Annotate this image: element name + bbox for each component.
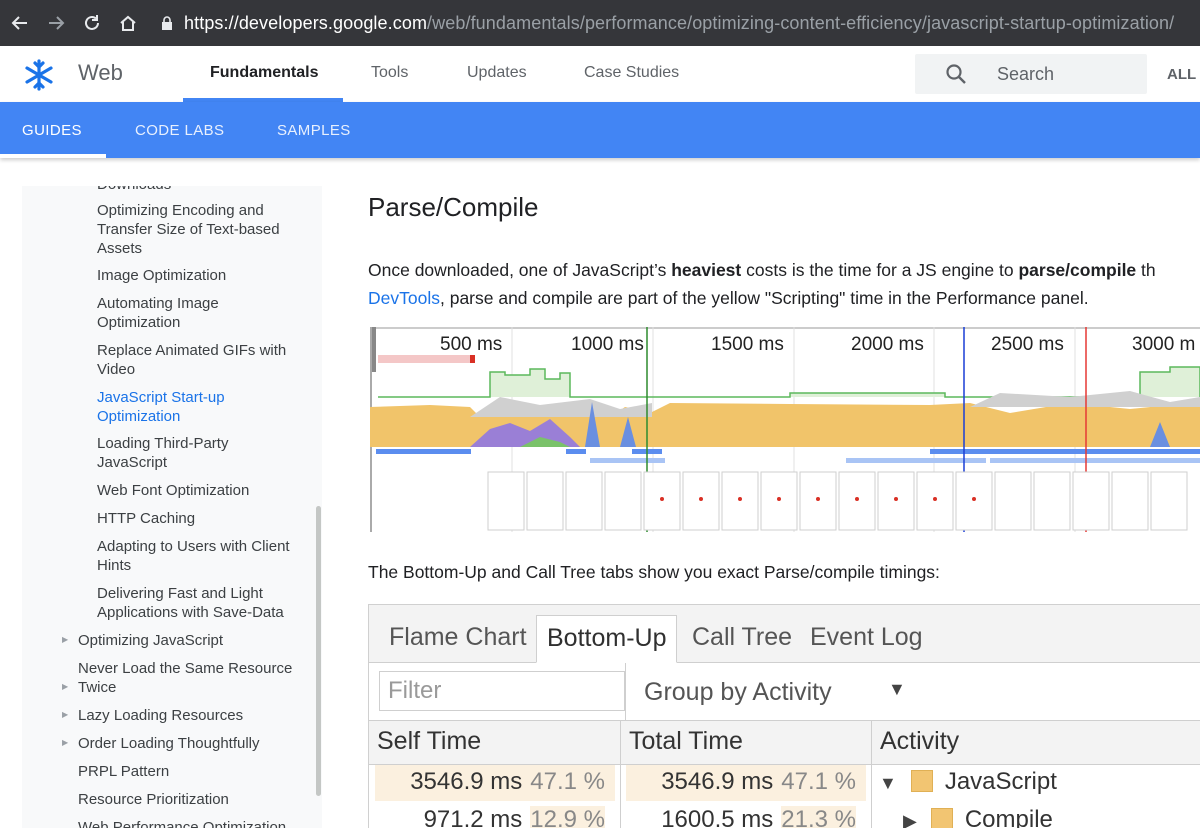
url-path: /web/fundamentals/performance/optimizing…: [427, 12, 1175, 33]
table-row-activity[interactable]: ▼ JavaScript: [879, 765, 1199, 801]
sub-navigation: GUIDES CODE LABS SAMPLES: [0, 102, 1200, 158]
collapsed-triangle-icon[interactable]: ▶: [903, 804, 917, 828]
page-title: Parse/Compile: [368, 192, 539, 222]
sidebar-item-never-load-twice[interactable]: Never Load the Same Resource Twice: [78, 659, 298, 697]
url-host: https://developers.google.com: [184, 12, 428, 33]
intro-paragraph: Once downloaded, one of JavaScript’s hea…: [368, 256, 1200, 312]
table-row-self: 971.2 ms 12.9 %: [375, 803, 615, 828]
dropdown-caret-icon: ▼: [888, 679, 906, 699]
timeline-tick: 1000 ms: [571, 334, 644, 355]
subtab-samples[interactable]: SAMPLES: [277, 122, 351, 139]
snowflake-logo-icon: [25, 59, 53, 91]
sidebar-item-downloads[interactable]: Downloads: [97, 186, 297, 194]
all-products-link[interactable]: ALL: [1167, 66, 1196, 83]
forward-button[interactable]: [38, 5, 74, 41]
sidebar-scrollbar[interactable]: [316, 506, 321, 796]
sidebar-item-prpl[interactable]: PRPL Pattern: [78, 762, 298, 781]
category-swatch: [910, 770, 933, 792]
reload-icon: [85, 15, 99, 30]
filter-input[interactable]: [379, 671, 625, 711]
brand-name[interactable]: Web: [78, 60, 123, 86]
sidebar-item-save-data[interactable]: Delivering Fast and Light Applications w…: [97, 584, 297, 622]
col-total-time[interactable]: Total Time: [629, 727, 743, 756]
table-row-self: 3546.9 ms 47.1 %: [375, 765, 615, 801]
tab-call-tree[interactable]: Call Tree: [682, 615, 802, 663]
category-swatch: [930, 808, 953, 828]
tab-tools[interactable]: Tools: [371, 64, 408, 82]
back-button[interactable]: [2, 5, 38, 41]
active-subtab-indicator: [0, 154, 106, 158]
home-icon: [120, 15, 136, 31]
tab-updates[interactable]: Updates: [467, 64, 527, 82]
tab-bottom-up[interactable]: Bottom-Up: [536, 615, 678, 663]
subtab-guides[interactable]: GUIDES: [22, 122, 82, 139]
column-divider: [871, 721, 872, 828]
browser-toolbar: https://developers.google.com/web/fundam…: [0, 0, 1200, 46]
table-row-activity[interactable]: ▶ Compile: [903, 803, 1200, 828]
sidebar-item-http-caching[interactable]: HTTP Caching: [97, 509, 297, 528]
devtools-link[interactable]: DevTools: [368, 288, 440, 308]
chevron-right-icon[interactable]: ▶: [62, 710, 68, 719]
arrow-right-icon: [49, 16, 65, 30]
timeline-tick: 2500 ms: [991, 334, 1064, 355]
search-box[interactable]: [915, 54, 1147, 94]
tab-case-studies[interactable]: Case Studies: [584, 64, 679, 82]
timeline-tick: 2000 ms: [851, 334, 924, 355]
tab-fundamentals[interactable]: Fundamentals: [210, 64, 318, 82]
timeline-tick: 1500 ms: [711, 334, 784, 355]
performance-panel-image: 500 ms 1000 ms 1500 ms 2000 ms 2500 ms 3…: [370, 327, 1200, 532]
paragraph-line-2: DevTools, parse and compile are part of …: [368, 288, 1089, 308]
search-input[interactable]: [997, 62, 1137, 86]
group-by-select[interactable]: Group by Activity ▼: [625, 663, 915, 721]
tab-event-log[interactable]: Event Log: [800, 615, 933, 663]
sidebar-item-optimizing-js[interactable]: Optimizing JavaScript: [78, 631, 298, 650]
group-by-label: Group by Activity: [644, 678, 832, 706]
sidebar-item-animated-gifs[interactable]: Replace Animated GIFs with Video: [97, 341, 297, 379]
col-activity[interactable]: Activity: [880, 727, 959, 756]
column-divider: [620, 721, 621, 828]
sidebar-item-third-party[interactable]: Loading Third-Party JavaScript: [97, 434, 277, 472]
search-icon: [946, 64, 966, 84]
chevron-right-icon[interactable]: ▶: [62, 635, 68, 644]
devtools-bottom-up-panel: Flame Chart Bottom-Up Call Tree Event Lo…: [368, 604, 1200, 828]
sidebar-item-image-optimization[interactable]: Image Optimization: [97, 266, 297, 285]
paragraph-line-1: Once downloaded, one of JavaScript’s hea…: [368, 260, 1156, 280]
expanded-triangle-icon[interactable]: ▼: [879, 766, 897, 800]
sidebar-nav: Downloads Optimizing Encoding and Transf…: [22, 186, 322, 828]
reload-button[interactable]: [74, 5, 110, 41]
sidebar-item-lazy-loading[interactable]: Lazy Loading Resources: [78, 706, 298, 725]
address-bar[interactable]: https://developers.google.com/web/fundam…: [160, 13, 1174, 34]
sidebar-item-resource-prioritization[interactable]: Resource Prioritization: [78, 790, 298, 809]
table-row-total: 3546.9 ms 47.1 %: [626, 765, 866, 801]
home-button[interactable]: [110, 5, 146, 41]
lock-icon: [162, 16, 172, 30]
sidebar-item-encoding[interactable]: Optimizing Encoding and Transfer Size of…: [97, 201, 297, 258]
timeline-tick: 500 ms: [440, 334, 502, 355]
sidebar-item-client-hints[interactable]: Adapting to Users with Client Hints: [97, 537, 307, 575]
table-header: Self Time Total Time Activity: [369, 721, 1200, 765]
site-header: Web Fundamentals Tools Updates Case Stud…: [0, 46, 1200, 102]
bottom-up-paragraph: The Bottom-Up and Call Tree tabs show yo…: [368, 562, 940, 582]
sidebar-item-web-perf[interactable]: Web Performance Optimization: [78, 818, 318, 828]
sidebar-item-automating-image[interactable]: Automating Image Optimization: [97, 294, 277, 332]
chevron-right-icon[interactable]: ▶: [62, 682, 68, 691]
sidebar-item-js-startup[interactable]: JavaScript Start-up Optimization: [97, 388, 277, 426]
sidebar-item-order-loading[interactable]: Order Loading Thoughtfully: [78, 734, 298, 753]
tab-flame-chart[interactable]: Flame Chart: [379, 615, 537, 663]
devtools-tab-bar: Flame Chart Bottom-Up Call Tree Event Lo…: [369, 605, 1200, 663]
timeline-tick: 3000 m: [1132, 334, 1195, 355]
table-row-total: 1600.5 ms 21.3 %: [626, 803, 866, 828]
sidebar-item-web-font[interactable]: Web Font Optimization: [97, 481, 297, 500]
col-self-time[interactable]: Self Time: [377, 727, 481, 756]
arrow-left-icon: [11, 16, 27, 30]
chevron-right-icon[interactable]: ▶: [62, 738, 68, 747]
subtab-code-labs[interactable]: CODE LABS: [135, 122, 224, 139]
